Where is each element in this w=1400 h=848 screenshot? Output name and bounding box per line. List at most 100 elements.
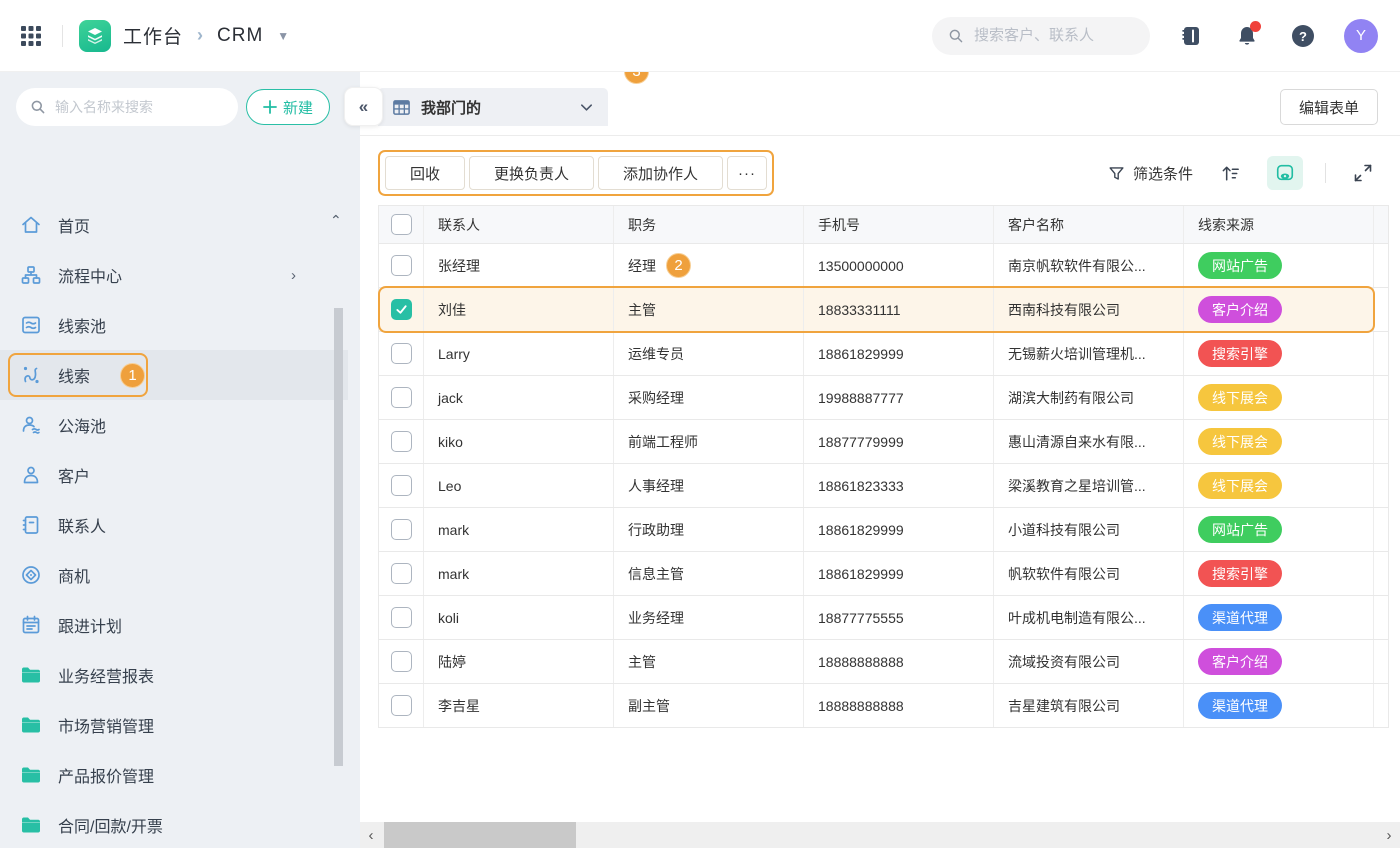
- customer-cell[interactable]: 梁溪教育之星培训管...: [994, 464, 1184, 507]
- sidebar-item-7[interactable]: 商机: [0, 550, 348, 600]
- contact-cell[interactable]: 李吉星: [424, 684, 614, 727]
- phone-cell[interactable]: 18877779999: [804, 420, 994, 463]
- scroll-right-icon[interactable]: ›: [1378, 827, 1400, 844]
- phone-cell[interactable]: 18861829999: [804, 552, 994, 595]
- add-collaborator-button[interactable]: 添加协作人: [598, 156, 724, 190]
- source-cell[interactable]: 网站广告: [1184, 508, 1374, 551]
- notifications-bell-icon[interactable]: [1232, 20, 1262, 51]
- app-grid-icon[interactable]: [16, 21, 46, 51]
- column-header-1[interactable]: 职务: [614, 206, 804, 243]
- horizontal-scrollbar[interactable]: ‹ ›: [360, 822, 1400, 848]
- sidebar-item-1[interactable]: 流程中心 ›: [0, 250, 348, 300]
- view-selector-tab[interactable]: 我部门的: [378, 88, 608, 126]
- phone-cell[interactable]: 18861829999: [804, 508, 994, 551]
- table-row-2[interactable]: Larry 运维专员 18861829999 无锡薪火培训管理机... 搜索引擎: [379, 332, 1388, 376]
- phone-cell[interactable]: 18861823333: [804, 464, 994, 507]
- source-cell[interactable]: 客户介绍: [1184, 288, 1374, 331]
- title-cell[interactable]: 前端工程师: [614, 420, 804, 463]
- sidebar-item-11[interactable]: 产品报价管理: [0, 750, 348, 800]
- title-cell[interactable]: 行政助理: [614, 508, 804, 551]
- contact-cell[interactable]: jack: [424, 376, 614, 419]
- column-header-4[interactable]: 线索来源: [1184, 206, 1374, 243]
- contact-cell[interactable]: 陆婷: [424, 640, 614, 683]
- user-avatar[interactable]: Y: [1344, 18, 1378, 53]
- contact-cell[interactable]: 张经理: [424, 244, 614, 287]
- customer-cell[interactable]: 流域投资有限公司: [994, 640, 1184, 683]
- title-cell[interactable]: 主管: [614, 288, 804, 331]
- sidebar-item-5[interactable]: 客户: [0, 450, 348, 500]
- table-row-7[interactable]: mark 信息主管 18861829999 帆软软件有限公司 搜索引擎: [379, 552, 1388, 596]
- table-row-6[interactable]: mark 行政助理 18861829999 小道科技有限公司 网站广告: [379, 508, 1388, 552]
- title-cell[interactable]: 业务经理: [614, 596, 804, 639]
- customer-cell[interactable]: 小道科技有限公司: [994, 508, 1184, 551]
- column-header-3[interactable]: 客户名称: [994, 206, 1184, 243]
- table-row-9[interactable]: 陆婷 主管 18888888888 流域投资有限公司 客户介绍: [379, 640, 1388, 684]
- title-cell[interactable]: 运维专员: [614, 332, 804, 375]
- row-checkbox[interactable]: [390, 387, 412, 408]
- source-cell[interactable]: 搜索引擎: [1184, 552, 1374, 595]
- row-checkbox[interactable]: [390, 651, 412, 672]
- global-search[interactable]: [932, 16, 1150, 55]
- global-search-input[interactable]: [974, 27, 1134, 44]
- app-switcher-caret-icon[interactable]: ▼: [277, 29, 289, 43]
- breadcrumb-workspace[interactable]: 工作台: [123, 22, 183, 49]
- row-checkbox[interactable]: [390, 563, 412, 584]
- edit-form-button[interactable]: 编辑表单: [1279, 89, 1378, 125]
- phone-cell[interactable]: 13500000000: [804, 244, 994, 287]
- breadcrumb-app-name[interactable]: CRM: [217, 25, 263, 47]
- more-actions-button[interactable]: ···: [727, 156, 768, 190]
- table-row-1[interactable]: 刘佳 主管 18833331111 西南科技有限公司 客户介绍: [378, 286, 1388, 333]
- contact-cell[interactable]: Leo: [424, 464, 614, 507]
- display-settings-button[interactable]: [1267, 156, 1303, 190]
- contact-cell[interactable]: 刘佳: [424, 288, 614, 331]
- sidebar-item-9[interactable]: 业务经营报表: [0, 650, 348, 700]
- source-cell[interactable]: 搜索引擎: [1184, 332, 1374, 375]
- filter-button[interactable]: 筛选条件: [1108, 163, 1193, 184]
- contact-cell[interactable]: Larry: [424, 332, 614, 375]
- row-checkbox-checked[interactable]: [390, 299, 412, 320]
- table-row-3[interactable]: jack 采购经理 19988887777 湖滨大制药有限公司 线下展会: [379, 376, 1388, 420]
- title-cell[interactable]: 经理 2: [614, 244, 804, 287]
- table-row-0[interactable]: 张经理 经理 2 13500000000 南京帆软软件有限公... 网站广告: [379, 244, 1388, 288]
- customer-cell[interactable]: 吉星建筑有限公司: [994, 684, 1184, 727]
- column-header-0[interactable]: 联系人: [424, 206, 614, 243]
- fullscreen-icon[interactable]: [1348, 158, 1378, 188]
- scroll-left-icon[interactable]: ‹: [360, 827, 382, 844]
- source-cell[interactable]: 网站广告: [1184, 244, 1374, 287]
- contact-cell[interactable]: mark: [424, 508, 614, 551]
- sidebar-item-6[interactable]: 联系人: [0, 500, 348, 550]
- title-cell[interactable]: 副主管: [614, 684, 804, 727]
- phone-cell[interactable]: 18877775555: [804, 596, 994, 639]
- row-checkbox[interactable]: [390, 431, 412, 452]
- customer-cell[interactable]: 帆软软件有限公司: [994, 552, 1184, 595]
- source-cell[interactable]: 渠道代理: [1184, 596, 1374, 639]
- chevron-right-icon[interactable]: ›: [291, 267, 296, 284]
- table-row-10[interactable]: 李吉星 副主管 18888888888 吉星建筑有限公司 渠道代理: [379, 684, 1388, 728]
- customer-cell[interactable]: 湖滨大制药有限公司: [994, 376, 1184, 419]
- sidebar-search-input[interactable]: [55, 99, 205, 115]
- sidebar-item-3[interactable]: 线索 1: [0, 350, 348, 400]
- row-checkbox[interactable]: [390, 607, 412, 628]
- sidebar-collapse-button[interactable]: «: [344, 87, 383, 126]
- sidebar-item-8[interactable]: 跟进计划: [0, 600, 348, 650]
- help-icon[interactable]: ?: [1288, 21, 1318, 51]
- phone-cell[interactable]: 18861829999: [804, 332, 994, 375]
- table-row-4[interactable]: kiko 前端工程师 18877779999 惠山清源自来水有限... 线下展会: [379, 420, 1388, 464]
- phone-cell[interactable]: 19988887777: [804, 376, 994, 419]
- row-checkbox[interactable]: [390, 255, 412, 276]
- recycle-button[interactable]: 回收: [385, 156, 466, 190]
- source-cell[interactable]: 线下展会: [1184, 420, 1374, 463]
- title-cell[interactable]: 人事经理: [614, 464, 804, 507]
- sidebar-item-10[interactable]: 市场营销管理: [0, 700, 348, 750]
- title-cell[interactable]: 信息主管: [614, 552, 804, 595]
- column-header-2[interactable]: 手机号: [804, 206, 994, 243]
- customer-cell[interactable]: 无锡薪火培训管理机...: [994, 332, 1184, 375]
- sidebar-scrollbar-thumb[interactable]: [334, 308, 343, 766]
- horizontal-scrollbar-thumb[interactable]: [384, 822, 576, 848]
- customer-cell[interactable]: 叶成机电制造有限公...: [994, 596, 1184, 639]
- table-row-8[interactable]: koli 业务经理 18877775555 叶成机电制造有限公... 渠道代理: [379, 596, 1388, 640]
- phone-cell[interactable]: 18888888888: [804, 684, 994, 727]
- customer-cell[interactable]: 西南科技有限公司: [994, 288, 1184, 331]
- contact-cell[interactable]: koli: [424, 596, 614, 639]
- select-all-checkbox[interactable]: [390, 214, 412, 235]
